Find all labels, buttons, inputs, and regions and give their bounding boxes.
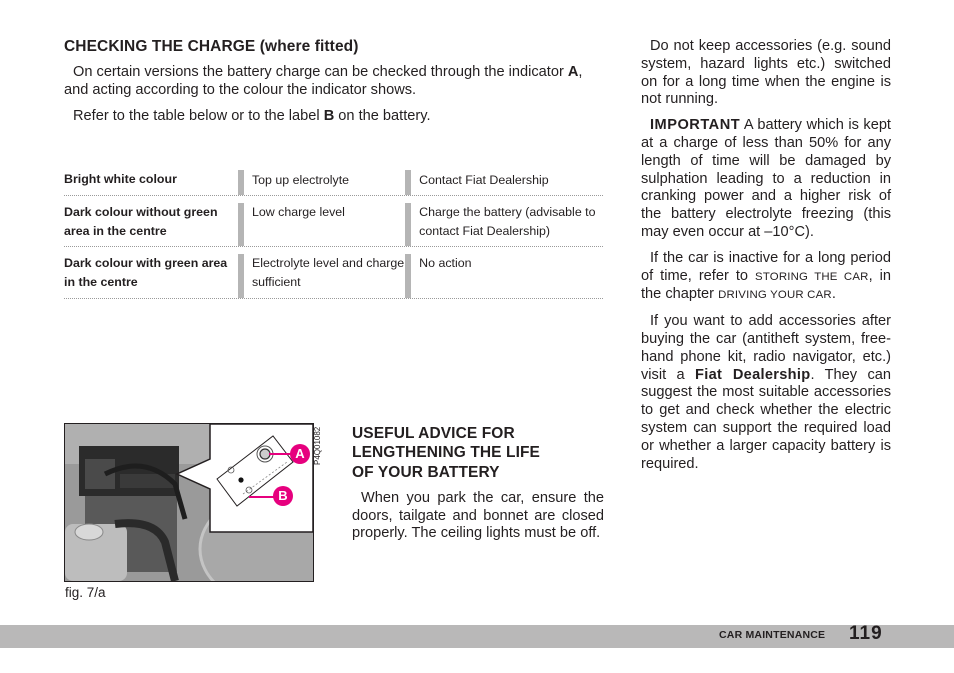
indicator-meaning: Top up electrolyte: [237, 170, 405, 195]
charge-indicator-table: Bright white colour Top up electrolyte C…: [64, 170, 603, 299]
indicator-action: No action: [405, 254, 603, 298]
indicator-colour: Bright white colour: [64, 172, 177, 186]
add-accessories-paragraph: If you want to add accessories after buy…: [641, 313, 891, 472]
inactive-paragraph: If the car is inactive for a long period…: [641, 249, 892, 303]
section-title: CHECKING THE CHARGE (where fitted): [64, 38, 359, 55]
indicator-action: Charge the battery (advisable to contact…: [405, 203, 603, 246]
battery-life-section: USEFUL ADVICE FOR LENGTHENING THE LIFE O…: [352, 424, 604, 543]
accessories-paragraph: Do not keep accessories (e.g. sound syst…: [641, 38, 891, 108]
indicator-colour: Dark colour with green area in the centr…: [64, 256, 228, 289]
callout-a: A: [290, 444, 310, 464]
indicator-colour: Dark colour without green area in the ce…: [64, 205, 218, 238]
checking-charge-section: CHECKING THE CHARGE (where fitted) On ce…: [64, 37, 604, 125]
callout-b: B: [273, 486, 293, 506]
figure-code: P4Q01082: [313, 426, 322, 465]
footer-section-title: CAR MAINTENANCE: [719, 629, 826, 641]
section-title: USEFUL ADVICE FOR LENGTHENING THE LIFE O…: [352, 425, 540, 481]
indicator-action: Contact Fiat Dealership: [405, 170, 603, 195]
parking-paragraph: When you park the car, ensure the doors,…: [352, 489, 604, 542]
table-row: Bright white colour Top up electrolyte C…: [64, 170, 603, 196]
driving-your-car-reference: DRIVING YOUR CAR: [718, 289, 832, 302]
refer-paragraph: Refer to the table below or to the label…: [73, 107, 431, 124]
table-row: Dark colour without green area in the ce…: [64, 196, 603, 247]
important-paragraph: IMPORTANT A battery which is kept at a c…: [641, 117, 891, 240]
indicator-meaning: Low charge level: [237, 203, 405, 246]
storing-the-car-reference: STORING THE CAR: [755, 270, 869, 283]
indicator-meaning: Electrolyte level and charge sufficient: [237, 254, 405, 298]
accessories-section: Do not keep accessories (e.g. sound syst…: [641, 38, 891, 473]
page-number: 119: [849, 623, 883, 644]
table-row: Dark colour with green area in the centr…: [64, 247, 603, 299]
intro-paragraph: On certain versions the battery charge c…: [64, 64, 583, 98]
figure-caption: fig. 7/a: [65, 585, 106, 600]
battery-figure: A B: [64, 423, 314, 582]
